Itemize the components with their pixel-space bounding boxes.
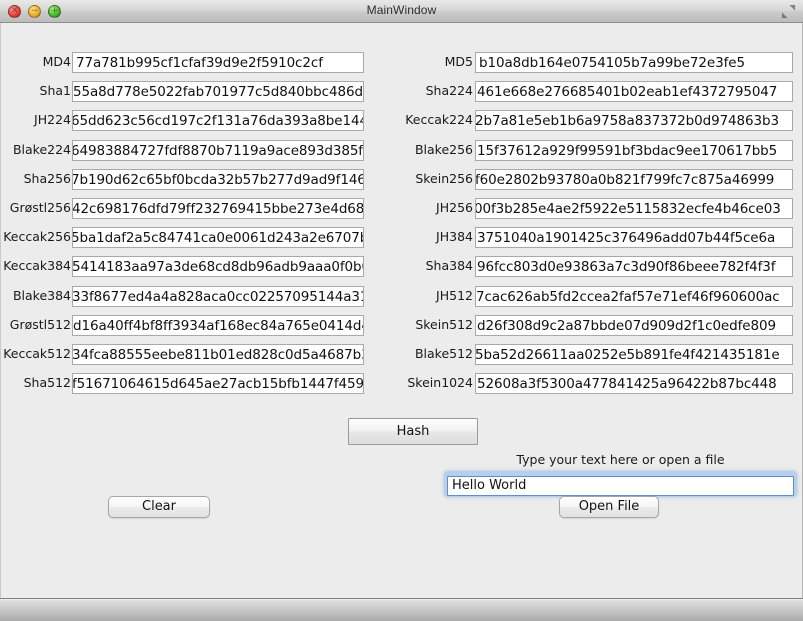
hash-row: Sha384 96fcc803d0e93863a7c3d90f86beee782f… bbox=[1, 256, 802, 278]
hash-algorithm-label: JH512 bbox=[436, 287, 473, 303]
hash-value-text: f60e2802b93780a0b821f799fc7c875a46999 bbox=[475, 171, 775, 188]
hash-algorithm-label: Skein512 bbox=[415, 316, 473, 332]
hash-value-field[interactable]: 00f3b285e4ae2f5922e5115832ecfe4b46ce03 bbox=[475, 198, 793, 219]
hash-value-field[interactable]: d26f308d9c2a87bbde07d909d2f1c0edfe809 bbox=[475, 314, 793, 336]
hash-algorithm-label: JH256 bbox=[436, 200, 473, 215]
hash-value-text: b10a8db164e0754105b7a99be72e3fe5 bbox=[479, 55, 745, 71]
hash-value-field[interactable]: 3751040a1901425c376496add07b44f5ce6a bbox=[475, 227, 793, 249]
status-bar bbox=[0, 598, 803, 621]
hash-row: Sha224 461e668e276685401b02eab1ef43727950… bbox=[1, 81, 802, 103]
hash-value-text: 3751040a1901425c376496add07b44f5ce6a bbox=[477, 230, 776, 247]
hash-row: Skein1024 52608a3f5300a477841425a96422b87… bbox=[1, 373, 802, 395]
hash-value-field[interactable]: 5ba52d26611aa0252e5b891fe4f421435181e bbox=[475, 344, 793, 365]
window-title: MainWindow bbox=[366, 3, 437, 17]
hash-algorithm-label: Blake512 bbox=[414, 346, 473, 361]
hash-value-text: 7cac626ab5fd2ccea2faf57e71ef46f960600ac bbox=[476, 288, 780, 305]
text-input-focus-ring bbox=[445, 472, 796, 496]
hash-value-field[interactable]: 15f37612a929f99591bf3bdac9ee170617bb5 bbox=[475, 139, 793, 161]
hash-row: Skein512 d26f308d9c2a87bbde07d909d2f1c0ed… bbox=[1, 314, 802, 336]
hash-value-text: 5ba52d26611aa0252e5b891fe4f421435181e bbox=[475, 347, 780, 363]
text-input[interactable] bbox=[447, 475, 794, 496]
hash-row: Keccak224 2b7a81e5eb1b6a9758a837372b0d974… bbox=[1, 110, 802, 132]
open-file-button[interactable]: Open File bbox=[559, 496, 659, 518]
hash-algorithm-label: Skein1024 bbox=[407, 375, 473, 391]
text-input-caption: Type your text here or open a file bbox=[516, 452, 725, 467]
hash-row: JH256 00f3b285e4ae2f5922e5115832ecfe4b46c… bbox=[1, 198, 802, 219]
hash-value-field[interactable]: 2b7a81e5eb1b6a9758a837372b0d974863b3 bbox=[475, 110, 793, 132]
title-bar: ✕ − + MainWindow bbox=[0, 0, 803, 23]
hash-value-text: d26f308d9c2a87bbde07d909d2f1c0edfe809 bbox=[477, 317, 776, 334]
hash-algorithm-label: Sha224 bbox=[425, 83, 473, 99]
hash-row: JH512 7cac626ab5fd2ccea2faf57e71ef46f9606… bbox=[1, 285, 802, 307]
hash-value-text: 00f3b285e4ae2f5922e5115832ecfe4b46ce03 bbox=[475, 201, 781, 217]
hash-button[interactable]: Hash bbox=[348, 418, 478, 445]
hash-algorithm-label: Skein256 bbox=[415, 170, 473, 186]
hash-value-text: 2b7a81e5eb1b6a9758a837372b0d974863b3 bbox=[475, 113, 779, 130]
clear-button[interactable]: Clear bbox=[108, 496, 210, 518]
hash-row: JH384 3751040a1901425c376496add07b44f5ce6… bbox=[1, 227, 802, 249]
main-window: ✕ − + MainWindow MD4 77a781b995cf1cfaf39d… bbox=[0, 0, 803, 621]
hash-row: Blake512 5ba52d26611aa0252e5b891fe4f42143… bbox=[1, 344, 802, 365]
hash-algorithm-label: JH384 bbox=[436, 229, 473, 245]
fullscreen-icon[interactable] bbox=[781, 4, 796, 19]
hash-value-field[interactable]: 96fcc803d0e93863a7c3d90f86beee782f4f3f bbox=[475, 256, 793, 278]
hash-value-text: 461e668e276685401b02eab1ef4372795047 bbox=[477, 84, 778, 101]
hash-row: MD5 b10a8db164e0754105b7a99be72e3fe5 bbox=[1, 52, 802, 73]
hash-value-field[interactable]: 52608a3f5300a477841425a96422b87bc448 bbox=[475, 373, 793, 395]
hash-value-field[interactable]: 7cac626ab5fd2ccea2faf57e71ef46f960600ac bbox=[475, 285, 793, 307]
hash-value-field[interactable]: 461e668e276685401b02eab1ef4372795047 bbox=[475, 81, 793, 103]
hash-value-field[interactable]: b10a8db164e0754105b7a99be72e3fe5 bbox=[475, 52, 793, 73]
hash-row: Skein256 f60e2802b93780a0b821f799fc7c875a… bbox=[1, 168, 802, 190]
hash-row: Blake256 15f37612a929f99591bf3bdac9ee1706… bbox=[1, 139, 802, 161]
hash-value-text: 96fcc803d0e93863a7c3d90f86beee782f4f3f bbox=[477, 259, 776, 276]
hash-value-text: 52608a3f5300a477841425a96422b87bc448 bbox=[477, 376, 777, 393]
hash-algorithm-label: MD5 bbox=[444, 54, 473, 69]
hash-value-field[interactable]: f60e2802b93780a0b821f799fc7c875a46999 bbox=[475, 168, 793, 190]
hash-algorithm-label: Sha384 bbox=[425, 258, 473, 274]
hash-algorithm-label: Keccak224 bbox=[405, 112, 473, 128]
window-content: MD4 77a781b995cf1cfaf39d9e2f5910c2cf Sha1 5… bbox=[0, 23, 803, 598]
hash-value-text: 15f37612a929f99591bf3bdac9ee170617bb5 bbox=[477, 142, 778, 159]
hash-algorithm-label: Blake256 bbox=[414, 141, 473, 157]
